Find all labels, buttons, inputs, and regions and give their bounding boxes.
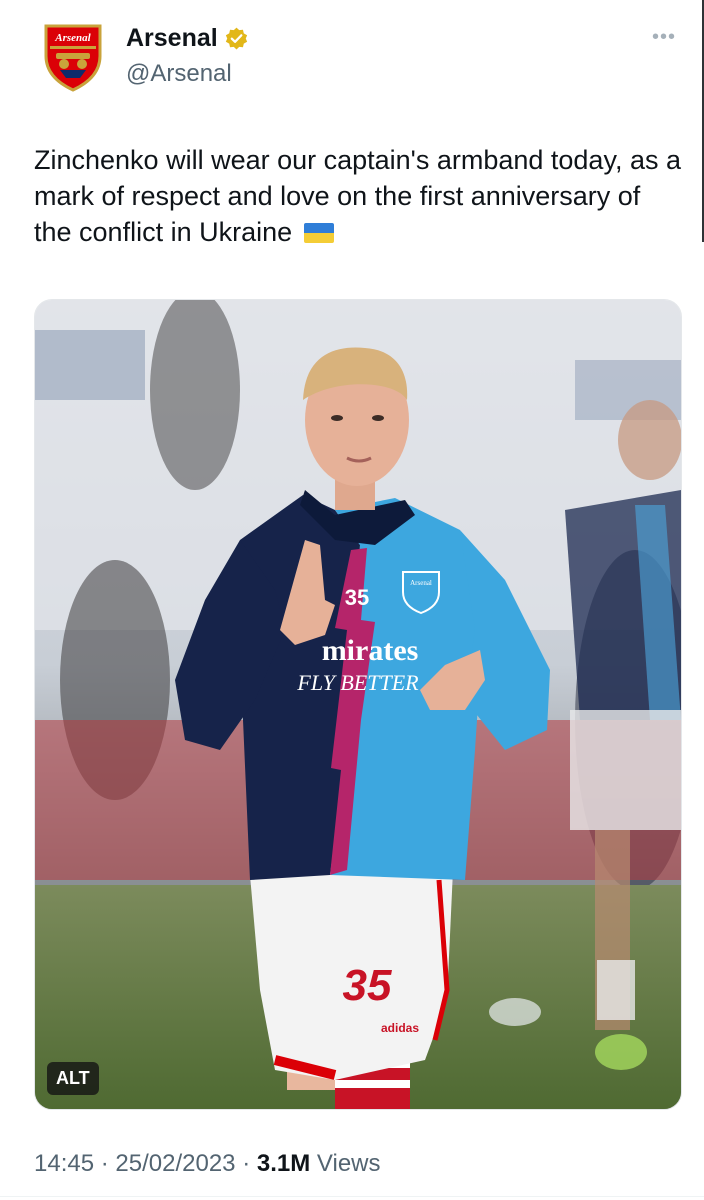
tweet-meta: 14:45 · 25/02/2023 · 3.1M Views xyxy=(34,1150,381,1178)
meta-separator: · xyxy=(100,1150,109,1177)
meta-separator-2: · xyxy=(242,1150,251,1177)
shorts-brand: adidas xyxy=(381,1021,419,1035)
display-name[interactable]: Arsenal xyxy=(126,24,218,53)
shorts-number: 35 xyxy=(343,961,392,1010)
arsenal-crest-icon: Arsenal xyxy=(44,24,102,92)
shirt-number: 35 xyxy=(345,585,369,610)
sponsor-line-2: FLY BETTER xyxy=(296,670,419,695)
avatar[interactable]: Arsenal xyxy=(42,22,104,92)
views-label: Views xyxy=(316,1150,381,1177)
more-options-icon[interactable]: ••• xyxy=(652,26,676,49)
views-count: 3.1M xyxy=(256,1150,311,1177)
shirt-crest-text: Arsenal xyxy=(410,579,432,587)
tweet-photo[interactable]: 35 adidas 35 Arsenal mirates FLY BETTER … xyxy=(34,299,682,1110)
ukraine-flag-icon xyxy=(303,223,334,243)
tweet-time[interactable]: 14:45 xyxy=(34,1150,94,1177)
tweet-text: Zinchenko will wear our captain's armban… xyxy=(34,142,684,250)
verified-badge-icon xyxy=(224,26,249,51)
photo-scene: 35 adidas 35 Arsenal mirates FLY BETTER xyxy=(35,300,681,1109)
tweet-date[interactable]: 25/02/2023 xyxy=(115,1150,235,1177)
crest-text: Arsenal xyxy=(54,32,91,44)
sponsor-line-1: mirates xyxy=(322,634,419,667)
divider xyxy=(0,1196,704,1197)
alt-text-button[interactable]: ALT xyxy=(47,1062,99,1095)
user-handle[interactable]: @Arsenal xyxy=(126,60,232,88)
tweet-body: Zinchenko will wear our captain's armban… xyxy=(34,145,681,247)
